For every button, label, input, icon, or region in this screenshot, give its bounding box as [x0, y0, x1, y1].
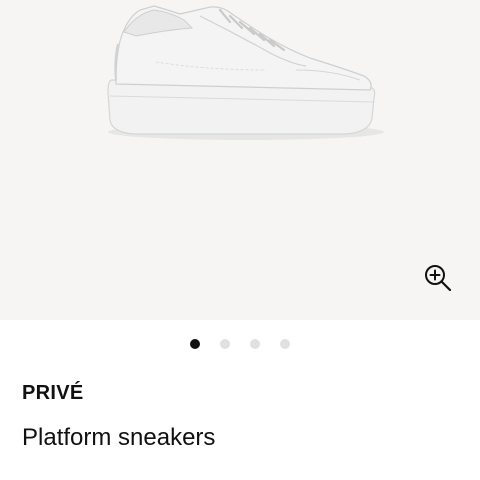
carousel-pagination [0, 336, 480, 352]
zoom-button[interactable] [420, 260, 456, 296]
carousel-dot-2[interactable] [220, 339, 230, 349]
product-page: PRIVÉ Platform sneakers [0, 0, 480, 480]
product-brand[interactable]: PRIVÉ [22, 382, 84, 405]
carousel-dot-3[interactable] [250, 339, 260, 349]
product-name: Platform sneakers [22, 424, 216, 451]
product-gallery[interactable] [0, 0, 480, 320]
zoom-in-icon [425, 265, 452, 292]
carousel-dot-4[interactable] [280, 339, 290, 349]
product-image[interactable] [96, 0, 386, 150]
carousel-dot-1[interactable] [190, 339, 200, 349]
